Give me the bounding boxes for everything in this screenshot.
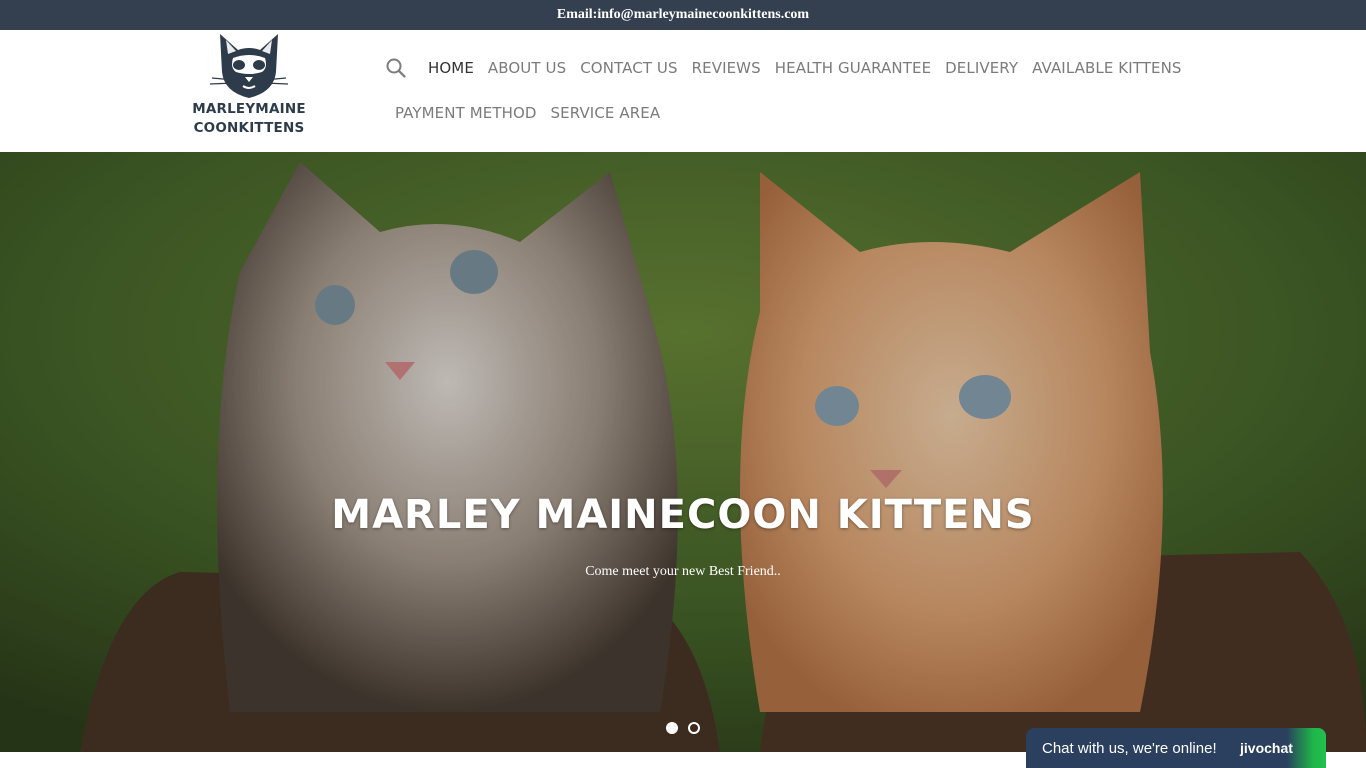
chat-label: Chat with us, we're online! — [1042, 739, 1217, 757]
slider-dots — [666, 722, 700, 734]
top-bar: Email:info@marleymainecoonkittens.com — [0, 0, 1366, 30]
hero-title: MARLEY MAINECOON KITTENS — [331, 492, 1035, 538]
nav-available-kittens[interactable]: AVAILABLE KITTENS — [1025, 48, 1188, 88]
contact-email[interactable]: Email:info@marleymainecoonkittens.com — [557, 7, 809, 23]
nav-health-guarantee[interactable]: HEALTH GUARANTEE — [768, 48, 938, 88]
nav-home[interactable]: HOME — [421, 48, 481, 88]
cat-face-icon — [209, 34, 289, 98]
search-icon — [386, 58, 406, 78]
main-navigation: HOME ABOUT US CONTACT US REVIEWS HEALTH … — [386, 48, 1206, 133]
nav-reviews[interactable]: REVIEWS — [685, 48, 768, 88]
site-header: MARLEYMAINE COONKITTENS HOME ABOUT US CO… — [0, 30, 1366, 152]
nav-delivery[interactable]: DELIVERY — [938, 48, 1025, 88]
chat-brand-text: jivochat — [1240, 740, 1293, 756]
nav-second-row: PAYMENT METHOD SERVICE AREA — [386, 93, 1206, 133]
slide-dot-2[interactable] — [688, 722, 700, 734]
nav-service-area[interactable]: SERVICE AREA — [544, 93, 668, 133]
nav-about-us[interactable]: ABOUT US — [481, 48, 573, 88]
nav-contact-us[interactable]: CONTACT US — [573, 48, 684, 88]
site-logo[interactable]: MARLEYMAINE COONKITTENS — [190, 32, 308, 150]
page-content-start — [0, 752, 1026, 768]
logo-line-1: MARLEYMAINE — [192, 101, 306, 117]
logo-line-2: COONKITTENS — [193, 120, 305, 136]
search-button[interactable] — [386, 48, 421, 88]
hero-subtitle: Come meet your new Best Friend.. — [585, 564, 781, 579]
logo-text: MARLEYMAINE COONKITTENS — [192, 100, 306, 138]
hero-overlay — [0, 152, 1366, 752]
slide-dot-1[interactable] — [666, 722, 678, 734]
chat-widget[interactable]: Chat with us, we're online! jivochat — [1026, 728, 1326, 768]
hero-slider: MARLEY MAINECOON KITTENS Come meet your … — [0, 152, 1366, 752]
nav-payment-method[interactable]: PAYMENT METHOD — [388, 93, 544, 133]
chat-brand-logo: jivochat — [1238, 728, 1326, 768]
